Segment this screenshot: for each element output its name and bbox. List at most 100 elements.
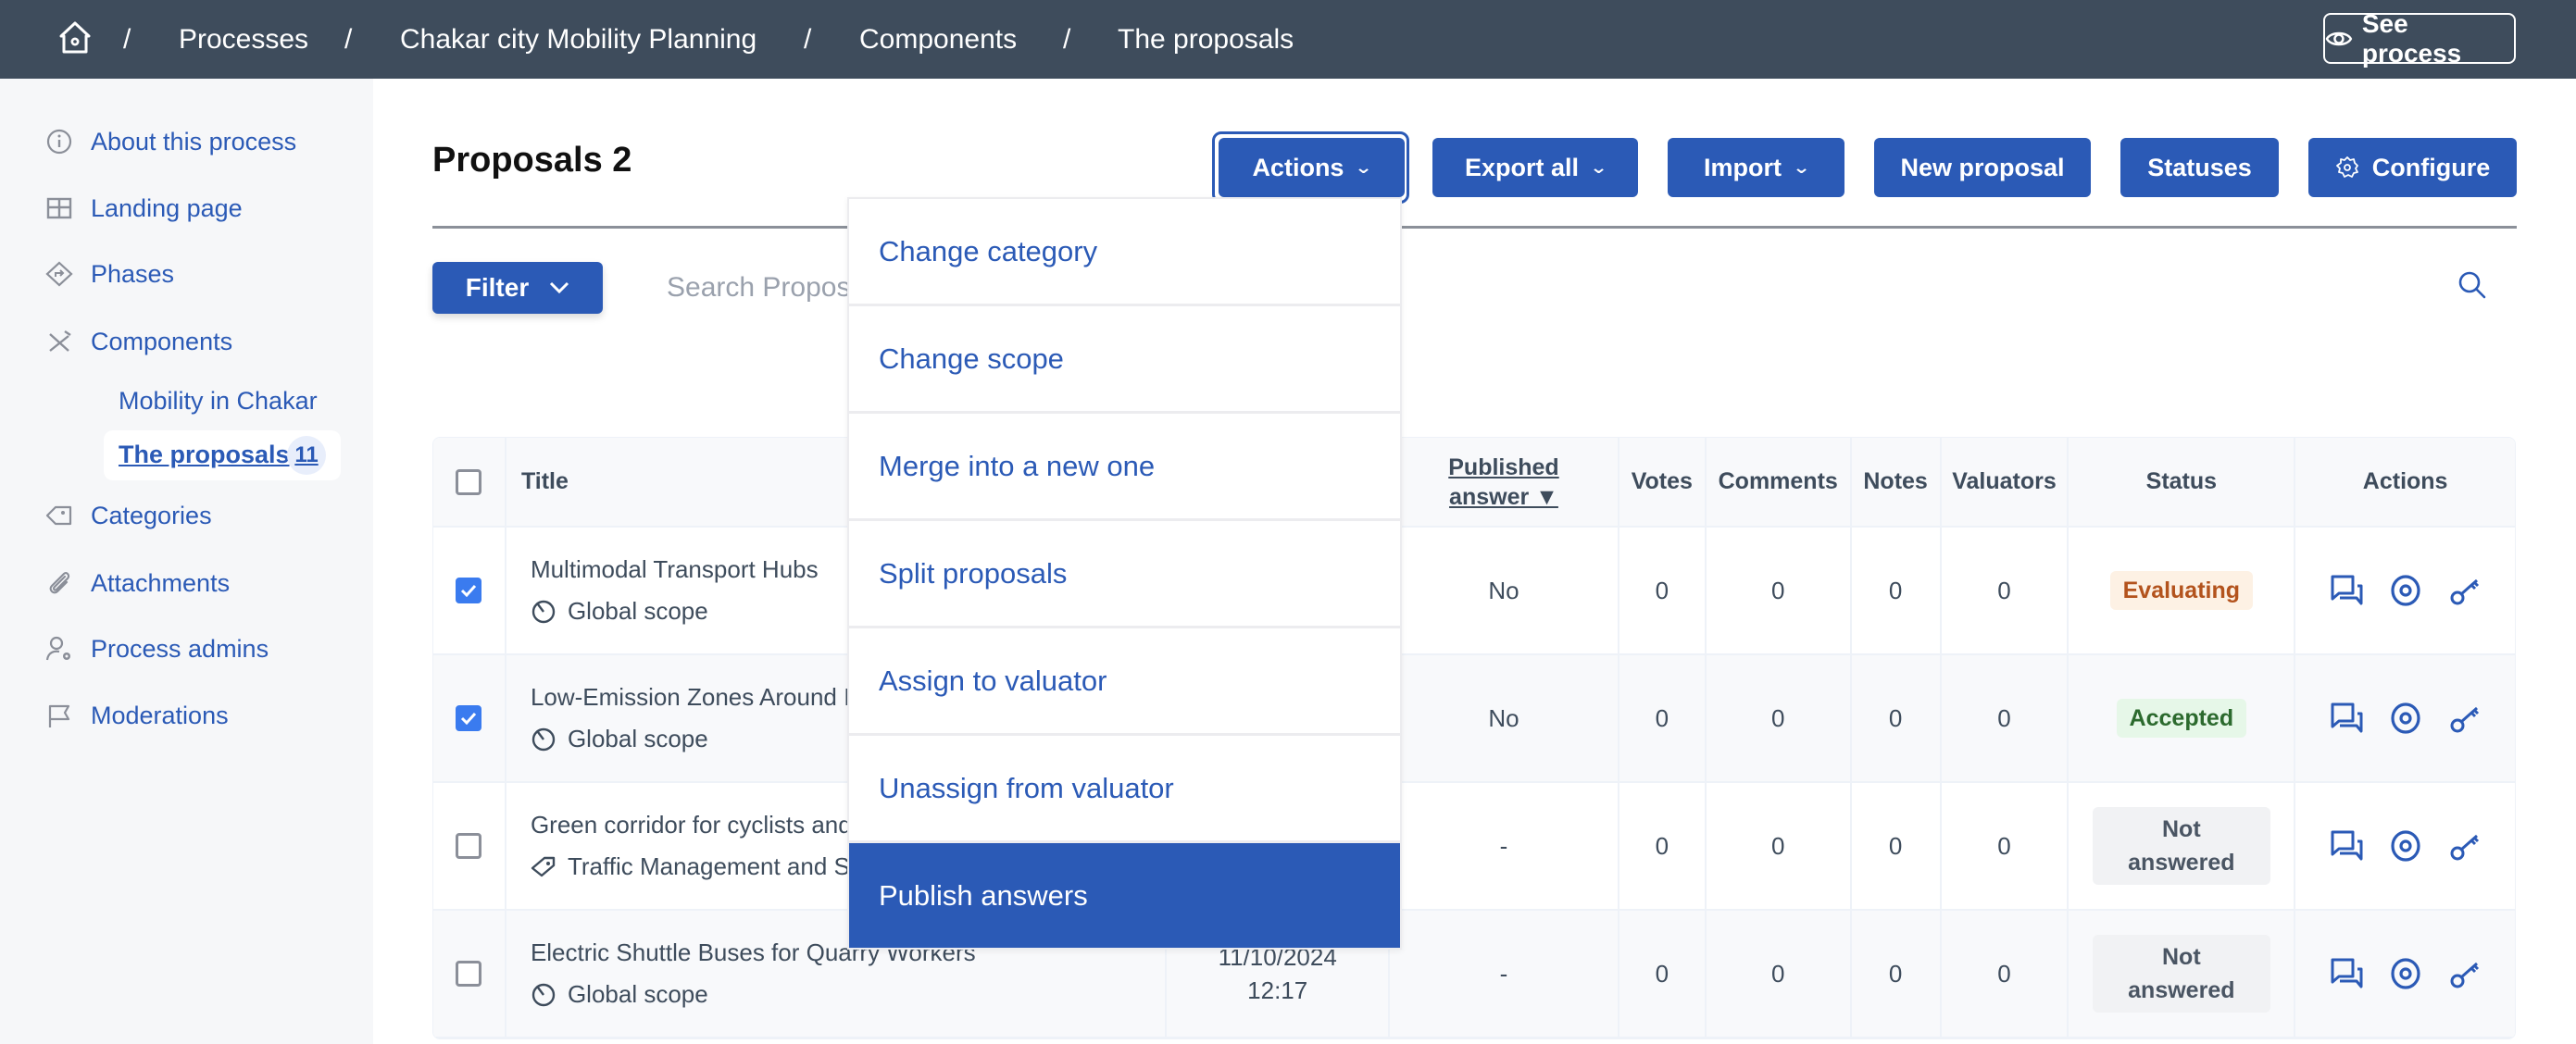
statuses-button[interactable]: Statuses [2120,138,2279,197]
new-proposal-label: New proposal [1900,153,2065,181]
import-button[interactable]: Import ⌄ [1668,138,1844,197]
row-actions [2295,528,2515,653]
table-header: Title Published answer ▼ Votes Comments N… [433,438,2515,528]
sidebar-item-categories[interactable]: Categories [44,495,212,536]
flag-icon [48,704,70,727]
table-row: Multimodal Transport Hubs Global scope N… [433,528,2515,655]
menu-item-publish-answers[interactable]: Publish answers [849,843,1400,948]
menu-item-unassign-valuator[interactable]: Unassign from valuator [849,736,1400,843]
tag-icon [531,856,556,876]
column-published-answer[interactable]: Published answer ▼ [1390,438,1619,526]
published-answer-cell: No [1390,655,1619,781]
preview-eye-icon[interactable] [2388,828,2423,864]
proposal-scope: Global scope [567,980,708,1008]
status-line2: answered [2128,850,2235,876]
row-checkbox[interactable] [456,705,482,731]
votes-cell: 0 [1619,655,1707,781]
export-all-label: Export all [1464,153,1579,181]
permissions-key-icon[interactable] [2447,573,2482,608]
permissions-key-icon[interactable] [2447,956,2482,991]
tools-icon [49,330,71,352]
row-checkbox[interactable] [456,578,482,603]
actions-button[interactable]: Actions ⌄ [1219,138,1405,197]
sidebar-item-phases[interactable]: Phases [44,254,174,294]
time-value: 12:17 [1247,976,1308,1004]
answer-chat-icon[interactable] [2329,701,2364,736]
column-valuators: Valuators [1942,438,2070,526]
preview-eye-icon[interactable] [2388,573,2423,608]
column-votes: Votes [1619,438,1707,526]
configure-label: Configure [2371,153,2491,181]
notes-cell: 0 [1852,528,1942,653]
sidebar-item-landing-page[interactable]: Landing page [44,188,243,229]
table-row: Green corridor for cyclists and Traffic … [433,783,2515,911]
notes-cell: 0 [1852,911,1942,1037]
chevron-down-icon: ⌄ [1792,157,1811,177]
select-all-checkbox[interactable] [456,468,482,495]
column-actions: Actions [2362,468,2448,494]
sidebar-item-moderations[interactable]: Moderations [44,695,229,736]
status-badge: Not answered [2093,807,2270,885]
proposal-scope: Global scope [567,725,708,752]
breadcrumb-separator: / [123,24,131,55]
permissions-key-icon[interactable] [2447,701,2482,736]
sidebar-item-label: Landing page [91,193,243,222]
sidebar-item-label: Categories [91,501,212,529]
proposal-scope: Global scope [567,597,708,625]
menu-item-merge[interactable]: Merge into a new one [849,414,1400,521]
sidebar-item-about[interactable]: About this process [44,121,296,162]
breadcrumb-components[interactable]: Components [859,0,1017,79]
row-checkbox[interactable] [456,961,482,987]
route-diamond-icon [45,261,73,287]
valuators-cell: 0 [1942,783,2070,909]
proposal-title[interactable]: Green corridor for cyclists and [531,811,852,839]
answer-chat-icon[interactable] [2329,956,2364,991]
sidebar-item-components[interactable]: Components [44,321,232,362]
answer-chat-icon[interactable] [2329,573,2364,608]
preview-eye-icon[interactable] [2388,956,2423,991]
breadcrumb-separator: / [804,24,812,55]
proposal-title[interactable]: Multimodal Transport Hubs [531,555,819,584]
status-badge: Not answered [2093,935,2270,1013]
header-divider [432,226,2517,229]
row-actions [2295,911,2515,1037]
breadcrumb-separator: / [344,24,353,55]
scope-icon [531,600,556,623]
sidebar-item-process-admins[interactable]: Process admins [44,628,269,669]
configure-button[interactable]: Configure [2308,138,2517,197]
status-line1: Not [2162,816,2201,842]
sidebar-item-attachments[interactable]: Attachments [44,563,230,603]
menu-item-change-category[interactable]: Change category [849,199,1400,306]
home-gear-icon[interactable] [57,20,93,56]
export-all-button[interactable]: Export all ⌄ [1432,138,1638,197]
proposal-title[interactable]: Low-Emission Zones Around I [531,683,850,712]
valuators-cell: 0 [1942,655,2070,781]
breadcrumb-processes[interactable]: Processes [179,0,308,79]
published-answer-cell: No [1390,528,1619,653]
menu-item-assign-valuator[interactable]: Assign to valuator [849,628,1400,736]
sidebar-item-label: About this process [91,127,297,155]
preview-eye-icon[interactable] [2388,701,2423,736]
menu-item-change-scope[interactable]: Change scope [849,306,1400,414]
sidebar-subitem-mobility[interactable]: Mobility in Chakar [119,380,318,421]
votes-cell: 0 [1619,911,1707,1037]
menu-item-split[interactable]: Split proposals [849,521,1400,628]
see-process-label: See process [2361,8,2462,68]
breadcrumb-current[interactable]: The proposals [1118,0,1294,79]
comments-cell: 0 [1707,528,1852,653]
see-process-button[interactable]: See process [2323,9,2516,68]
sidebar-subitem-the-proposals[interactable]: The proposals [119,434,290,475]
chevron-down-icon [550,281,569,294]
search-icon[interactable] [2456,268,2489,302]
answer-chat-icon[interactable] [2329,828,2364,864]
gear-icon [2335,156,2358,178]
status-line2: answered [2128,977,2235,1003]
sidebar-item-label: Phases [91,259,175,288]
proposal-category: Traffic Management and S [567,852,850,880]
filter-button[interactable]: Filter [432,262,603,314]
breadcrumb-process[interactable]: Chakar city Mobility Planning [400,0,757,79]
new-proposal-button[interactable]: New proposal [1874,138,2091,197]
permissions-key-icon[interactable] [2447,828,2482,864]
row-checkbox[interactable] [456,833,482,859]
filter-label: Filter [465,273,530,302]
